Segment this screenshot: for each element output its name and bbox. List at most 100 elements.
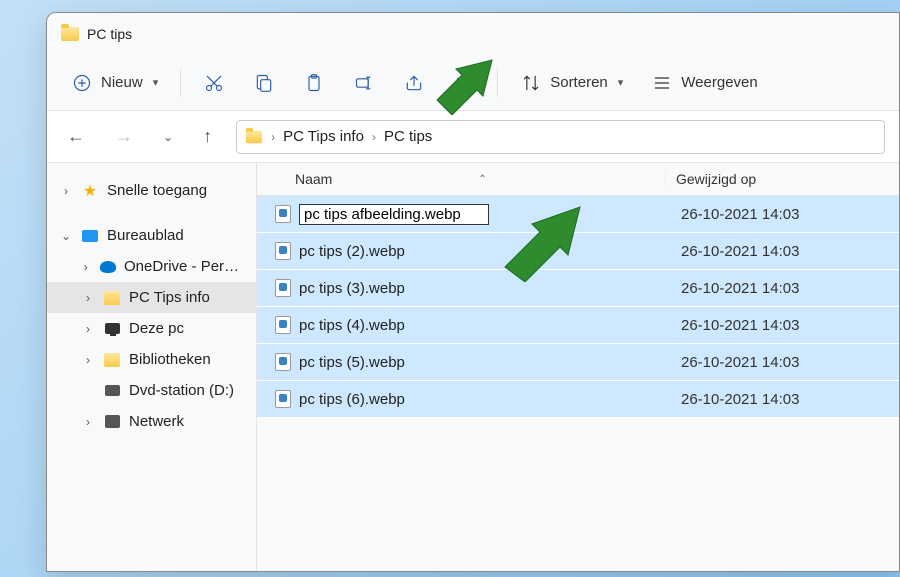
star-icon: ★: [81, 183, 99, 199]
sidebar-libraries[interactable]: › Bibliotheken: [47, 344, 256, 375]
column-name-label: Naam: [295, 171, 332, 187]
new-label: Nieuw: [101, 74, 143, 91]
view-button[interactable]: Weergeven: [639, 64, 769, 102]
library-icon: [103, 352, 121, 368]
column-headers: Naam ⌃ Gewijzigd op: [257, 163, 899, 196]
address-bar[interactable]: › PC Tips info › PC tips: [236, 120, 885, 154]
chevron-down-icon: ⌄: [59, 229, 73, 243]
file-date: 26-10-2021 14:03: [671, 391, 871, 408]
content-split: › ★ Snelle toegang ⌄ Bureaublad › OneDri…: [47, 163, 899, 571]
delete-button[interactable]: [441, 64, 487, 102]
share-button[interactable]: [391, 64, 437, 102]
folder-icon: [103, 290, 121, 306]
rename-icon: [353, 72, 375, 94]
file-row[interactable]: pc tips (2).webp26-10-2021 14:03: [257, 233, 899, 270]
file-name: pc tips (4).webp: [299, 317, 671, 334]
column-modified-label: Gewijzigd op: [676, 171, 756, 187]
sidebar-label: OneDrive - Persona…: [124, 258, 244, 275]
sort-button[interactable]: Sorteren ▾: [508, 64, 635, 102]
chevron-right-icon: ›: [81, 353, 95, 367]
clipboard-icon: [303, 72, 325, 94]
file-row[interactable]: pc tips (3).webp26-10-2021 14:03: [257, 270, 899, 307]
sort-label: Sorteren: [550, 74, 608, 91]
chevron-right-icon: ›: [59, 184, 73, 198]
back-button[interactable]: ←: [61, 120, 91, 153]
pc-icon: [103, 321, 121, 337]
file-date: 26-10-2021 14:03: [671, 280, 871, 297]
cut-button[interactable]: [191, 64, 237, 102]
chevron-right-icon: ›: [81, 322, 95, 336]
sort-icon: [520, 72, 542, 94]
sidebar-quick-access[interactable]: › ★ Snelle toegang: [47, 175, 256, 206]
file-date: 26-10-2021 14:03: [671, 317, 871, 334]
sidebar-label: Snelle toegang: [107, 182, 207, 199]
sidebar-network[interactable]: › Netwerk: [47, 406, 256, 437]
toolbar: Nieuw ▾: [47, 55, 899, 111]
folder-icon: [246, 130, 262, 143]
file-icon: [275, 205, 291, 223]
file-name: pc tips (5).webp: [299, 354, 671, 371]
file-date: 26-10-2021 14:03: [671, 354, 871, 371]
navigation-row: ← → ⌄ ↑ › PC Tips info › PC tips: [47, 111, 899, 163]
file-icon: [275, 279, 291, 297]
file-list-pane: Naam ⌃ Gewijzigd op 26-10-2021 14:03pc t…: [257, 163, 899, 571]
rename-button[interactable]: [341, 64, 387, 102]
file-icon: [275, 242, 291, 260]
file-date: 26-10-2021 14:03: [671, 206, 871, 223]
chevron-right-icon: ›: [81, 291, 95, 305]
forward-button[interactable]: →: [109, 120, 139, 153]
sidebar-label: Bureaublad: [107, 227, 184, 244]
new-button[interactable]: Nieuw ▾: [59, 64, 170, 102]
file-date: 26-10-2021 14:03: [671, 243, 871, 260]
file-row[interactable]: 26-10-2021 14:03: [257, 196, 899, 233]
column-name-header[interactable]: Naam ⌃: [295, 171, 665, 187]
list-icon: [651, 72, 673, 94]
plus-icon: [71, 72, 93, 94]
file-icon: [275, 316, 291, 334]
sidebar-dvd[interactable]: Dvd-station (D:): [47, 375, 256, 406]
file-name: pc tips (3).webp: [299, 280, 671, 297]
folder-icon: [61, 27, 79, 41]
view-label: Weergeven: [681, 74, 757, 91]
file-row[interactable]: pc tips (5).webp26-10-2021 14:03: [257, 344, 899, 381]
sidebar-this-pc[interactable]: › Deze pc: [47, 313, 256, 344]
copy-button[interactable]: [241, 64, 287, 102]
rename-input[interactable]: [299, 204, 489, 225]
files-container: 26-10-2021 14:03pc tips (2).webp26-10-20…: [257, 196, 899, 418]
sidebar: › ★ Snelle toegang ⌄ Bureaublad › OneDri…: [47, 163, 257, 571]
recent-button[interactable]: ⌄: [157, 124, 179, 150]
sidebar-onedrive[interactable]: › OneDrive - Persona…: [47, 251, 256, 282]
chevron-right-icon: ›: [81, 415, 95, 429]
trash-icon: [453, 72, 475, 94]
file-name: pc tips (2).webp: [299, 243, 671, 260]
sidebar-label: Dvd-station (D:): [129, 382, 234, 399]
sidebar-pc-tips-info[interactable]: › PC Tips info: [47, 282, 256, 313]
chevron-right-icon: ›: [372, 130, 376, 144]
sidebar-label: Bibliotheken: [129, 351, 211, 368]
file-row[interactable]: pc tips (4).webp26-10-2021 14:03: [257, 307, 899, 344]
titlebar: PC tips: [47, 13, 899, 55]
sidebar-label: Deze pc: [129, 320, 184, 337]
window-title: PC tips: [87, 26, 132, 42]
breadcrumb-current[interactable]: PC tips: [384, 128, 432, 145]
chevron-right-icon: ›: [79, 260, 91, 274]
sort-asc-icon: ⌃: [478, 174, 486, 185]
breadcrumb-parent[interactable]: PC Tips info: [283, 128, 364, 145]
up-button[interactable]: ↑: [197, 120, 218, 153]
file-row[interactable]: pc tips (6).webp26-10-2021 14:03: [257, 381, 899, 418]
sidebar-desktop[interactable]: ⌄ Bureaublad: [47, 220, 256, 251]
chevron-down-icon: ▾: [618, 76, 624, 89]
file-icon: [275, 353, 291, 371]
file-icon: [275, 390, 291, 408]
file-name: pc tips (6).webp: [299, 391, 671, 408]
separator: [497, 69, 498, 97]
disc-icon: [103, 383, 121, 399]
file-name: [299, 204, 671, 225]
paste-button[interactable]: [291, 64, 337, 102]
scissors-icon: [203, 72, 225, 94]
cloud-icon: [100, 259, 116, 275]
sidebar-label: Netwerk: [129, 413, 184, 430]
share-icon: [403, 72, 425, 94]
column-modified-header[interactable]: Gewijzigd op: [665, 171, 865, 187]
chevron-right-icon: ›: [271, 130, 275, 144]
